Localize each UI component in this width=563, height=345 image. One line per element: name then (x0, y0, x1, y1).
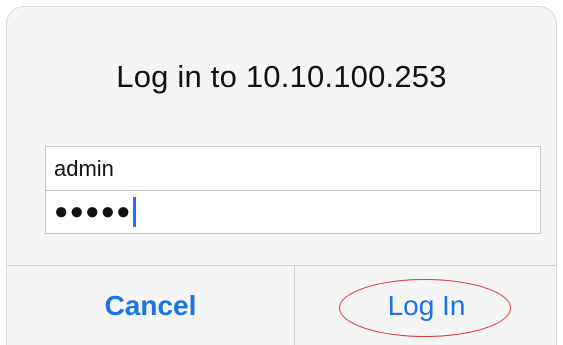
login-dialog: Log in to 10.10.100.253 admin ●●●●● Canc… (6, 6, 557, 345)
login-button[interactable]: Log In (295, 266, 556, 345)
dialog-title: Log in to 10.10.100.253 (116, 59, 447, 94)
password-masked-value: ●●●●● (54, 198, 132, 225)
cancel-button[interactable]: Cancel (7, 266, 294, 345)
password-field[interactable]: ●●●●● (45, 190, 541, 234)
text-caret (133, 197, 137, 227)
username-value: admin (54, 155, 114, 181)
username-field[interactable]: admin (45, 146, 541, 190)
